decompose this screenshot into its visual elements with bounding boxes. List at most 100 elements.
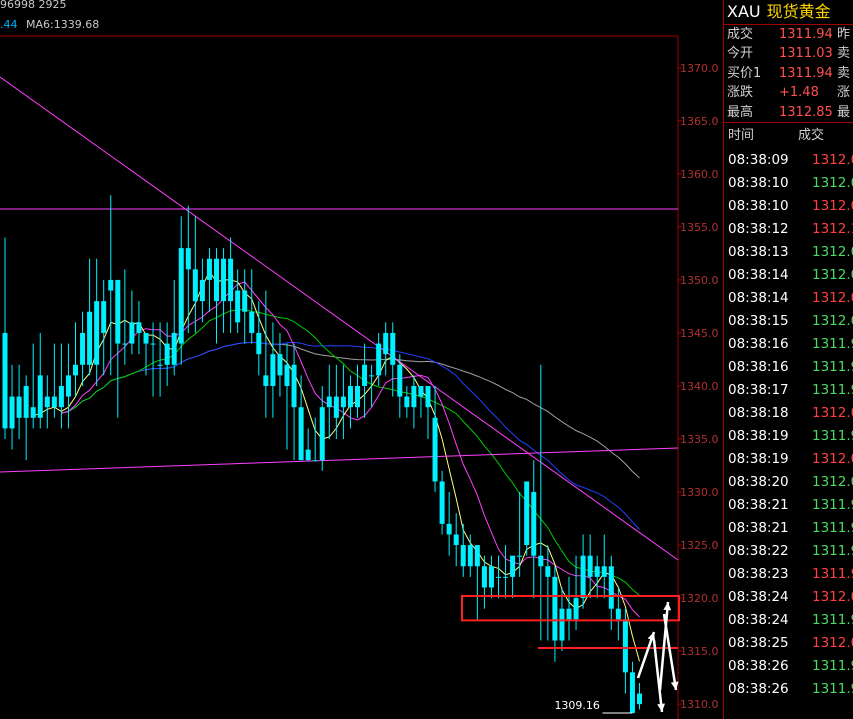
y-tick-label: 1335.0	[680, 433, 719, 446]
header-ma6-label: MA6:1339.68	[26, 18, 100, 31]
candle-body	[256, 332, 262, 355]
tick-price: 1312.11	[812, 220, 853, 237]
candle-body	[9, 396, 15, 429]
tick-time: 08:38:19	[728, 427, 789, 444]
y-tick-label: 1320.0	[680, 592, 719, 605]
candle-body	[65, 375, 71, 397]
tick-time: 08:38:25	[728, 634, 789, 651]
tick-price: 1312.05	[812, 289, 853, 306]
tick-row: 08:38:17 1311.92	[724, 379, 853, 402]
tick-price: 1311.95	[812, 358, 853, 375]
candle-body	[517, 555, 523, 557]
arrow-up-2-head	[663, 602, 672, 611]
candle-body	[73, 364, 78, 376]
candle-body	[171, 332, 177, 365]
candle-body	[242, 290, 248, 312]
candle-body	[185, 248, 191, 270]
ticks-header: 时间 成交	[724, 123, 853, 149]
candle-body	[58, 385, 64, 408]
candle-body	[524, 481, 530, 546]
quote-key: 今开	[727, 46, 754, 62]
candle-body	[446, 523, 452, 535]
candle-body	[228, 258, 234, 302]
instrument-name: 现货黄金	[766, 2, 831, 21]
quote-value: 1312.85	[779, 104, 833, 120]
candle-body	[559, 608, 565, 641]
candle-body	[615, 608, 621, 620]
candle-body	[347, 385, 353, 408]
quote-value: +1.48	[779, 85, 819, 101]
candle-body	[80, 332, 86, 365]
tick-price: 1312.03	[812, 450, 853, 467]
tick-row: 08:38:19 1311.98	[724, 425, 853, 448]
y-tick-label: 1315.0	[680, 645, 719, 658]
quote-key: 成交	[727, 27, 754, 42]
quote-block: 成交 1311.94 昨今开 1311.03 卖买价1 1311.94 卖涨跌 +1.48 涨最…	[724, 25, 853, 122]
tick-time: 08:38:12	[728, 220, 789, 237]
tick-time: 08:38:10	[728, 197, 789, 214]
candle-body	[510, 555, 516, 577]
candle-body	[481, 566, 487, 588]
candle-body	[270, 354, 276, 386]
tick-time: 08:38:21	[728, 519, 789, 536]
candle-body	[94, 301, 100, 365]
tick-row: 08:38:24 1312.00	[724, 586, 853, 609]
ma-long-line	[61, 341, 640, 530]
quote-value: 1311.94	[779, 65, 833, 81]
quote-panel: XAU 现货黄金 成交 1311.94 昨今开 1311.03 卖买价1 1311.94 卖涨…	[723, 0, 853, 719]
candle-body	[51, 396, 57, 408]
candle-body	[397, 364, 403, 397]
y-tick-label: 1330.0	[680, 486, 719, 499]
candle-body	[326, 396, 332, 408]
quote-key2: 卖	[837, 65, 851, 81]
tick-row: 08:38:10 1312.07	[724, 195, 853, 218]
tick-price: 1312.00	[812, 404, 853, 421]
quote-key: 最高	[727, 104, 754, 120]
candle-body	[199, 279, 205, 302]
candle-body	[115, 279, 121, 344]
tick-row: 08:38:09 1312.08	[724, 149, 853, 172]
candle-body	[496, 576, 501, 578]
tick-price: 1311.97	[812, 680, 853, 697]
quote-value: 1311.03	[779, 46, 833, 62]
y-tick-label: 1340.0	[680, 380, 719, 393]
candle-body	[214, 258, 219, 302]
tick-price: 1312.07	[812, 197, 853, 214]
tick-price: 1312.00	[812, 312, 853, 329]
candle-body	[594, 566, 600, 577]
tick-row: 08:38:19 1312.03	[724, 448, 853, 471]
tick-row: 08:38:26 1311.98	[724, 655, 853, 678]
ticks-header-price: 成交	[798, 127, 825, 143]
candle-body	[249, 311, 255, 333]
candle-body	[221, 258, 227, 302]
tick-row: 08:38:24 1311.99	[724, 609, 853, 632]
quote-row: 今开 1311.03 卖	[724, 44, 853, 63]
candle-body	[460, 545, 466, 567]
candle-body	[580, 555, 586, 599]
y-tick-label: 1355.0	[680, 221, 719, 234]
tick-row: 08:38:16 1311.98	[724, 333, 853, 356]
quote-key: 买价1	[727, 65, 762, 81]
tick-row: 08:38:25 1312.05	[724, 632, 853, 655]
tick-row: 08:38:26 1311.97	[724, 678, 853, 701]
candle-body	[637, 693, 642, 705]
y-tick-label: 1370.0	[680, 62, 719, 75]
tick-price: 1311.91	[812, 542, 853, 559]
candle-body	[552, 576, 558, 641]
ticks-header-time: 时间	[728, 127, 755, 143]
candle-body	[312, 460, 318, 462]
candle-body	[566, 608, 572, 620]
candle-body	[192, 269, 198, 302]
candle-body	[23, 385, 29, 418]
candle-body	[30, 407, 36, 418]
tick-time: 08:38:16	[728, 335, 789, 352]
y-tick-label: 1360.0	[680, 168, 719, 181]
quote-key2: 昨	[837, 27, 851, 42]
candle-body	[439, 481, 445, 524]
quote-key: 涨跌	[727, 85, 754, 101]
candle-body	[629, 672, 635, 714]
tick-time: 08:38:20	[728, 473, 789, 490]
quote-key2: 卖	[837, 46, 851, 62]
candle-body	[136, 322, 142, 333]
low-annotation-label: 1309.16	[554, 699, 600, 712]
